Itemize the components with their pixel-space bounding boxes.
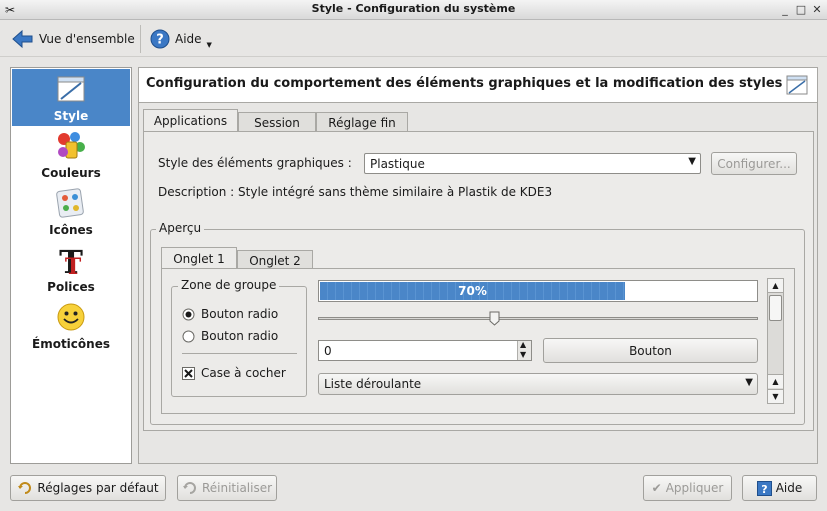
preview-scrollbar[interactable]: ▲ ▲ ▼	[767, 278, 784, 404]
smiley-icon	[57, 303, 85, 331]
minimize-button[interactable]: _	[778, 3, 792, 17]
checkbox-checked-icon	[182, 366, 195, 380]
radio-button-2[interactable]: Bouton radio	[182, 329, 278, 343]
sidebar-item-style[interactable]: Style	[12, 69, 130, 126]
spin-value: 0	[324, 344, 332, 358]
reset-button[interactable]: Réinitialiser	[177, 475, 277, 501]
icons-icon	[56, 188, 84, 218]
scroll-up-icon[interactable]: ▲	[768, 279, 783, 293]
radio-checked-icon	[182, 308, 195, 320]
overview-label: Vue d'ensemble	[39, 32, 135, 46]
scroll-down-icon[interactable]: ▼	[768, 389, 783, 403]
spin-buttons: ▲ ▼	[517, 340, 531, 360]
scroll-up-icon[interactable]: ▲	[768, 374, 783, 388]
combo-value: Liste déroulante	[324, 377, 422, 391]
checkbox[interactable]: Case à cocher	[182, 366, 286, 380]
sidebar-item-label: Icônes	[49, 223, 93, 237]
fonts-icon: T T	[59, 244, 83, 276]
button-label: Aide	[775, 481, 803, 495]
svg-text:T: T	[65, 254, 82, 276]
help-label: Aide	[175, 32, 202, 46]
widget-style-combo[interactable]: Plastique ▼	[364, 153, 701, 174]
help-menu-button[interactable]: ? Aide ▼	[146, 25, 216, 53]
scroll-thumb[interactable]	[769, 295, 782, 321]
svg-text:?: ?	[761, 483, 767, 496]
sidebar-item-fonts[interactable]: T T Polices	[12, 240, 130, 297]
configure-label: Configurer...	[717, 156, 791, 171]
slider-handle-icon	[489, 311, 500, 326]
sidebar-item-label: Polices	[47, 280, 95, 294]
sidebar-item-label: Couleurs	[41, 166, 101, 180]
radio-unchecked-icon	[182, 330, 195, 342]
maximize-button[interactable]: □	[794, 3, 808, 17]
module-header: Configuration du comportement des élémen…	[138, 67, 818, 103]
chevron-down-icon: ▼	[745, 377, 753, 388]
back-arrow-icon	[12, 29, 33, 49]
help-icon: ?	[756, 480, 772, 496]
toolbar: Vue d'ensemble ? Aide ▼	[0, 21, 827, 57]
dropdown-arrow-icon: ▼	[206, 41, 212, 49]
style-description: Description : Style intégré sans thème s…	[158, 185, 553, 199]
radio-label: Bouton radio	[201, 329, 279, 343]
sidebar-item-label: Émoticônes	[32, 337, 110, 351]
slider-track[interactable]	[318, 317, 758, 320]
footer-help-button[interactable]: ? Aide	[742, 475, 817, 501]
spin-up-icon[interactable]: ▲	[520, 340, 526, 349]
button-label: Appliquer	[665, 481, 724, 495]
defaults-button[interactable]: Réglages par défaut	[10, 475, 166, 501]
groupbox-divider	[182, 353, 297, 354]
defaults-icon	[18, 482, 32, 494]
tab-label: Réglage fin	[328, 116, 396, 130]
button-label: Bouton	[629, 343, 672, 358]
chevron-down-icon: ▼	[688, 156, 696, 167]
style-icon	[57, 76, 85, 102]
configure-button[interactable]: Configurer...	[711, 152, 797, 175]
groupbox-title: Zone de groupe	[178, 278, 280, 292]
combo-value: Plastique	[370, 157, 425, 171]
preview-combo[interactable]: Liste déroulante ▼	[318, 373, 758, 395]
sidebar-item-icons[interactable]: Icônes	[12, 183, 130, 240]
slider-handle[interactable]	[489, 311, 500, 326]
button-label: Réinitialiser	[201, 481, 273, 495]
style-icon	[786, 75, 808, 95]
radio-label: Bouton radio	[201, 307, 279, 321]
preview-button[interactable]: Bouton	[543, 338, 758, 363]
tab-applications[interactable]: Applications	[143, 109, 238, 132]
colors-icon	[58, 132, 85, 159]
sidebar-item-colors[interactable]: Couleurs	[12, 126, 130, 183]
spin-box[interactable]: 0 ▲ ▼	[318, 340, 532, 361]
progress-text: 70%	[458, 284, 487, 298]
window-title: Style - Configuration du système	[311, 2, 516, 15]
reset-icon	[182, 482, 196, 494]
tab-label: Applications	[153, 114, 228, 128]
apply-button[interactable]: ✔ Appliquer	[643, 475, 732, 501]
tab-session[interactable]: Session	[238, 112, 316, 133]
sidebar-item-emoticons[interactable]: Émoticônes	[12, 297, 130, 354]
progress-bar: 70%	[318, 280, 758, 302]
tab-label: Onglet 1	[173, 252, 225, 266]
toolbar-separator	[140, 25, 141, 53]
sidebar-item-label: Style	[53, 109, 89, 123]
overview-button[interactable]: Vue d'ensemble	[8, 25, 139, 53]
tab-label: Session	[254, 116, 300, 130]
radio-button-1[interactable]: Bouton radio	[182, 307, 278, 321]
svg-text:?: ?	[156, 33, 164, 48]
button-label: Réglages par défaut	[37, 481, 159, 495]
module-description: Configuration du comportement des élémen…	[146, 76, 806, 91]
title-bar[interactable]: ✂ Style - Configuration du système _ □ ✕	[0, 0, 827, 20]
help-icon: ?	[150, 29, 170, 49]
tab-label: Onglet 2	[249, 254, 301, 268]
preview-legend: Aperçu	[156, 221, 205, 235]
widget-style-label: Style des éléments graphiques :	[158, 156, 352, 170]
spin-down-icon[interactable]: ▼	[520, 350, 526, 359]
tab-onglet-1[interactable]: Onglet 1	[161, 247, 237, 270]
sidebar: Style Couleurs Icônes T T Polices Émotic…	[10, 67, 132, 464]
checkbox-label: Case à cocher	[201, 366, 286, 380]
tab-fine-tuning[interactable]: Réglage fin	[316, 112, 408, 133]
checkmark-icon: ✔	[651, 481, 662, 495]
close-button[interactable]: ✕	[810, 3, 824, 17]
